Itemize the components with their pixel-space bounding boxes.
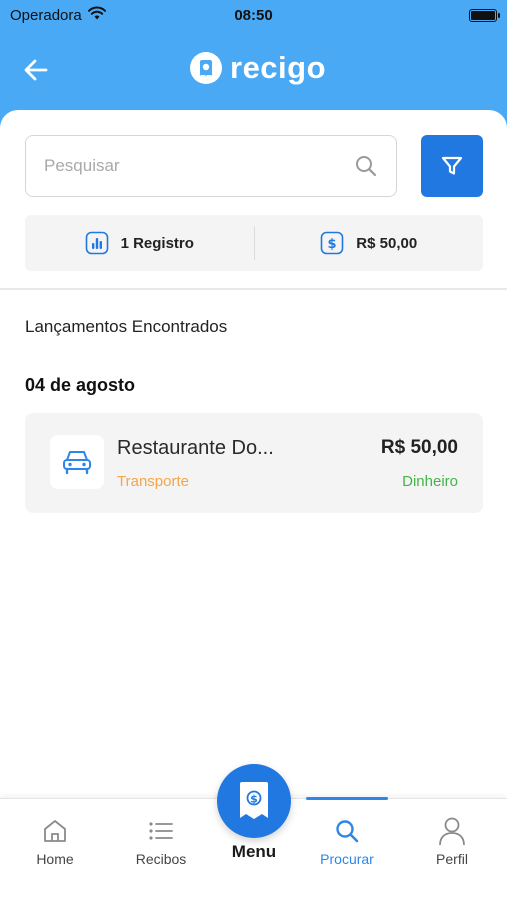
status-left: Operadora [10,6,106,24]
entry-amount: R$ 50,00 [380,437,458,458]
brand-name: recigo [230,50,327,85]
tab-label: Procurar [320,851,374,867]
search-row [25,135,483,197]
section-title: Lançamentos Encontrados [25,317,228,336]
carrier-label: Operadora [10,6,82,24]
filter-icon [441,156,463,175]
brand-logo: recigo [190,50,326,86]
search-icon [333,817,361,845]
menu-button[interactable]: $ [217,764,291,838]
search-box [25,135,397,197]
results-summary: 1 Registro $ R$ 50,00 [25,215,483,271]
total-amount: $ R$ 50,00 [255,215,484,271]
tab-label: Perfil [436,851,468,867]
status-bar: Operadora 08:50 [0,0,507,30]
wifi-icon [87,6,106,24]
svg-text:$: $ [250,793,258,806]
entry-category-icon [50,435,104,489]
total-label: R$ 50,00 [356,234,418,252]
date-heading: 04 de agosto [25,375,136,395]
records-count: 1 Registro [25,215,254,271]
money-icon: $ [320,231,344,255]
back-button[interactable] [18,52,54,88]
home-icon [41,817,69,845]
tab-label: Home [36,851,74,867]
car-icon [63,451,91,475]
records-label: 1 Registro [120,234,194,252]
entry-category: Transporte [117,473,189,490]
receipt-icon: $ [240,782,268,819]
tab-home[interactable]: Home [5,799,105,879]
logo-receipt-icon [190,52,222,84]
entry-card[interactable]: Restaurante Do... Transporte R$ 50,00 Di… [25,413,483,513]
divider [0,288,507,290]
entry-name: Restaurante Do... [117,437,274,459]
battery-icon [469,8,500,22]
tab-perfil[interactable]: Perfil [402,799,502,879]
svg-text:$: $ [328,237,337,252]
menu-label: Menu [231,842,277,861]
tab-label: Recibos [135,851,187,867]
user-icon [438,817,466,846]
app-header: recigo [0,30,507,110]
entry-payment-method: Dinheiro [402,473,458,490]
tab-procurar[interactable]: Procurar [297,799,397,879]
search-input[interactable] [44,156,354,176]
search-icon[interactable] [354,154,378,178]
bar-chart-icon [85,231,109,255]
filter-button[interactable] [421,135,483,197]
tab-recibos[interactable]: Recibos [111,799,211,879]
arrow-left-icon [24,59,48,81]
list-icon [147,817,175,845]
